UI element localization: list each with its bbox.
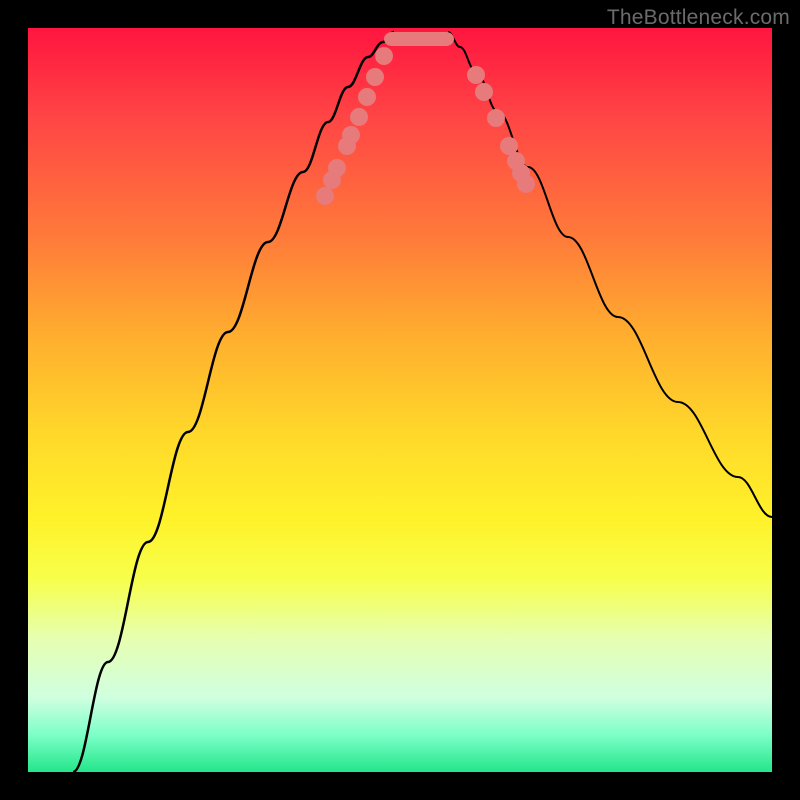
data-marker	[487, 109, 505, 127]
markers-right-group	[467, 66, 535, 193]
curve-svg	[28, 28, 772, 772]
data-marker	[475, 83, 493, 101]
watermark-text: TheBottleneck.com	[607, 6, 790, 30]
data-marker	[517, 175, 535, 193]
data-marker	[366, 68, 384, 86]
data-marker	[342, 126, 360, 144]
data-marker	[350, 108, 368, 126]
data-marker	[328, 159, 346, 177]
data-marker	[375, 47, 393, 65]
bottom-bar	[384, 32, 454, 46]
plot-area	[28, 28, 772, 772]
chart-frame: TheBottleneck.com	[0, 0, 800, 800]
data-marker	[467, 66, 485, 84]
right-branch-line	[448, 32, 772, 517]
data-marker	[358, 88, 376, 106]
data-marker	[316, 187, 334, 205]
markers-left-group	[316, 47, 393, 205]
